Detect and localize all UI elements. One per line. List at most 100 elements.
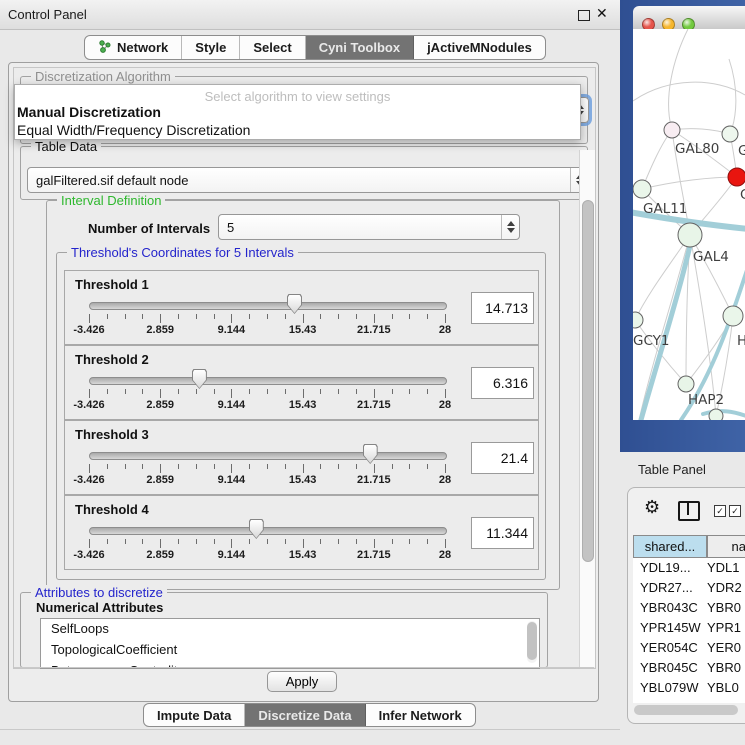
numerical-attributes-list[interactable]: SelfLoopsTopologicalCoefficientBetweenne… bbox=[40, 618, 540, 669]
table-row[interactable]: YBL079WYBL0 bbox=[633, 677, 745, 697]
checkbox-icon[interactable]: ✓ bbox=[729, 505, 741, 517]
threshold-value-field[interactable]: 21.4 bbox=[471, 442, 534, 474]
tick-mark bbox=[107, 539, 108, 544]
node-table[interactable]: YDL19...YDL1YDR27...YDR2YBR043CYBR0YPR14… bbox=[633, 557, 745, 703]
tab-network[interactable]: Network bbox=[85, 36, 182, 59]
tick-mark bbox=[427, 464, 428, 469]
tick-mark bbox=[303, 464, 304, 473]
threshold-panel: Threshold 1-3.4262.8599.14415.4321.71528… bbox=[64, 270, 539, 345]
algorithm-option[interactable]: Equal Width/Frequency Discretization bbox=[17, 122, 250, 138]
network-edge[interactable] bbox=[633, 82, 745, 101]
column-header-1[interactable]: shared... bbox=[633, 535, 707, 558]
table-row[interactable]: YER054CYER0 bbox=[633, 637, 745, 657]
tick-mark bbox=[409, 389, 410, 394]
tick-mark bbox=[125, 389, 126, 394]
tick-mark bbox=[267, 539, 268, 544]
network-node[interactable] bbox=[678, 376, 694, 392]
shared-name-cell: YLR345W bbox=[633, 700, 707, 704]
network-view[interactable]: GAL80GACGAL11GAL4GCY1HHAP2 bbox=[633, 29, 745, 420]
tick-mark bbox=[285, 539, 286, 544]
slider-handle[interactable] bbox=[249, 519, 264, 539]
slider-ticks bbox=[89, 314, 445, 324]
column-header-2[interactable]: na bbox=[707, 535, 745, 558]
gear-icon[interactable]: ⚙ bbox=[644, 498, 660, 516]
network-node-label: GA bbox=[738, 143, 745, 159]
num-intervals-combo[interactable]: 5 bbox=[218, 214, 520, 240]
name-cell: YER0 bbox=[707, 640, 745, 655]
network-edge[interactable] bbox=[690, 235, 733, 316]
slider-tick-labels: -3.4262.8599.14415.4321.71528 bbox=[89, 549, 445, 562]
shared-name-cell: YER054C bbox=[633, 640, 707, 655]
tick-label: 2.859 bbox=[146, 474, 174, 486]
tick-label: 15.43 bbox=[289, 549, 317, 561]
attribute-item[interactable]: SelfLoops bbox=[41, 619, 539, 640]
attribute-item[interactable]: TopologicalCoefficient bbox=[41, 640, 539, 661]
table-row[interactable]: YBR045CYBR0 bbox=[633, 657, 745, 677]
threshold-value-field[interactable]: 14.713 bbox=[471, 292, 534, 324]
table-row[interactable]: YPR145WYPR1 bbox=[633, 617, 745, 637]
float-window-icon[interactable] bbox=[578, 10, 590, 21]
slider-handle[interactable] bbox=[363, 444, 378, 464]
split-columns-icon[interactable] bbox=[678, 501, 700, 521]
slider-track[interactable] bbox=[89, 302, 447, 310]
tick-mark bbox=[285, 464, 286, 469]
main-scrollbar-thumb[interactable] bbox=[582, 200, 594, 562]
network-node[interactable] bbox=[633, 312, 643, 328]
network-edge[interactable] bbox=[729, 59, 736, 134]
tick-mark bbox=[231, 389, 232, 398]
main-scrollbar[interactable] bbox=[579, 150, 595, 667]
tick-label: -3.426 bbox=[73, 549, 104, 561]
network-node[interactable] bbox=[709, 409, 723, 420]
network-node[interactable] bbox=[678, 223, 702, 247]
tab-style[interactable]: Style bbox=[182, 36, 240, 59]
slider-track[interactable] bbox=[89, 527, 447, 535]
slider-handle[interactable] bbox=[192, 369, 207, 389]
slider-track[interactable] bbox=[89, 452, 447, 460]
network-edge[interactable] bbox=[672, 129, 730, 134]
tick-mark bbox=[107, 464, 108, 469]
tick-mark bbox=[249, 389, 250, 394]
table-horizontal-scrollbar[interactable] bbox=[634, 705, 742, 715]
tab-discretize-data[interactable]: Discretize Data bbox=[245, 704, 365, 726]
tick-label: -3.426 bbox=[73, 399, 104, 411]
combo-stepper-icon[interactable] bbox=[501, 215, 519, 239]
slider-handle[interactable] bbox=[287, 294, 302, 314]
tab-select[interactable]: Select bbox=[240, 36, 305, 59]
network-icon bbox=[98, 40, 111, 56]
tick-mark bbox=[445, 539, 446, 548]
checkbox-icon[interactable]: ✓ bbox=[714, 505, 726, 517]
table-row[interactable]: YDR27...YDR2 bbox=[633, 577, 745, 597]
table-row[interactable]: YBR043CYBR0 bbox=[633, 597, 745, 617]
network-edge[interactable] bbox=[642, 177, 737, 189]
network-window-titlebar[interactable] bbox=[633, 6, 745, 30]
list-scrollbar[interactable] bbox=[527, 621, 537, 663]
threshold-panel: Threshold 3-3.4262.8599.14415.4321.71528… bbox=[64, 420, 539, 495]
tab-infer-network[interactable]: Infer Network bbox=[366, 704, 475, 726]
tab-impute-data[interactable]: Impute Data bbox=[144, 704, 245, 726]
tick-mark bbox=[374, 539, 375, 548]
network-node[interactable] bbox=[722, 126, 738, 142]
tick-label: 15.43 bbox=[289, 399, 317, 411]
table-data-combo[interactable]: galFiltered.sif default node bbox=[27, 167, 589, 193]
tick-mark bbox=[267, 314, 268, 319]
threshold-value-field[interactable]: 6.316 bbox=[471, 367, 534, 399]
shared-name-cell: YDR27... bbox=[633, 580, 707, 595]
network-edge[interactable] bbox=[642, 130, 672, 189]
tab-cyni-toolbox[interactable]: Cyni Toolbox bbox=[306, 36, 414, 59]
network-node[interactable] bbox=[664, 122, 680, 138]
slider-track[interactable] bbox=[89, 377, 447, 385]
tab-jactivemnodules[interactable]: jActiveMNodules bbox=[414, 36, 545, 59]
close-icon[interactable]: ✕ bbox=[596, 5, 608, 22]
table-row[interactable]: YDL19...YDL1 bbox=[633, 557, 745, 577]
name-cell: YDL1 bbox=[707, 560, 745, 575]
threshold-value-field[interactable]: 11.344 bbox=[471, 517, 534, 549]
apply-button[interactable]: Apply bbox=[267, 671, 337, 692]
threshold-label: Threshold 2 bbox=[75, 352, 149, 367]
network-node[interactable] bbox=[633, 180, 651, 198]
network-node[interactable] bbox=[728, 168, 745, 186]
name-cell: YBR0 bbox=[707, 600, 745, 615]
table-row[interactable]: YLR345WYLR3 bbox=[633, 697, 745, 703]
network-node[interactable] bbox=[723, 306, 743, 326]
algorithm-option[interactable]: Manual Discretization bbox=[17, 104, 161, 120]
network-edge[interactable] bbox=[669, 29, 688, 130]
